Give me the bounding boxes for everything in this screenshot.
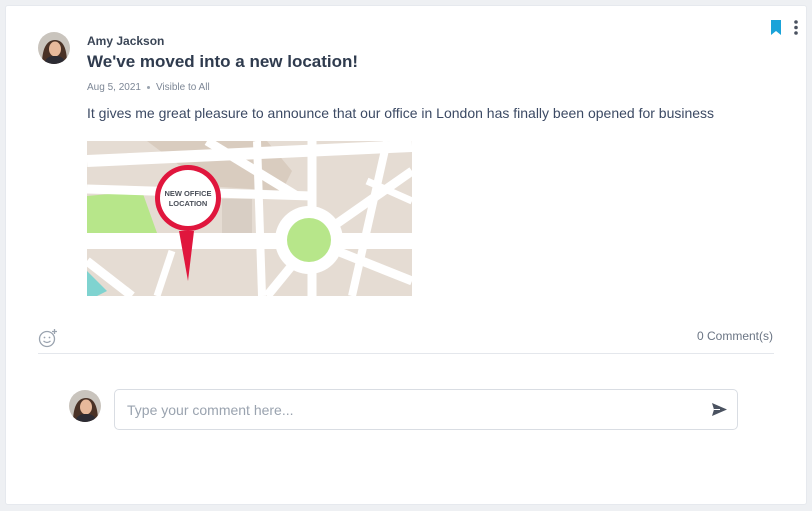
comment-input[interactable] [125, 400, 712, 419]
meta-separator [146, 86, 150, 89]
bookmark-icon[interactable] [770, 20, 782, 35]
post-title: We've moved into a new location! [87, 52, 359, 71]
post-image-map[interactable]: NEW OFFICE LOCATION [87, 141, 412, 296]
comment-box [114, 389, 738, 430]
post-body: It gives me great pleasure to announce t… [87, 105, 715, 121]
author-avatar[interactable] [38, 32, 70, 64]
more-vertical-icon[interactable] [794, 20, 798, 35]
post-meta: Aug 5, 2021 Visible to All [87, 82, 210, 93]
map-pin-label-line2: LOCATION [169, 199, 208, 208]
divider [38, 353, 774, 354]
comments-count[interactable]: 0 Comment(s) [697, 329, 773, 343]
send-icon[interactable] [712, 403, 727, 416]
post-date: Aug 5, 2021 [87, 82, 141, 93]
post-actions [770, 20, 798, 35]
author-name[interactable]: Amy Jackson [87, 34, 164, 48]
emoji-add-icon[interactable] [38, 328, 58, 348]
post-visibility: Visible to All [155, 82, 210, 93]
map-pin-label-line1: NEW OFFICE [164, 189, 211, 198]
commenter-avatar [69, 390, 101, 422]
post-card: Amy Jackson We've moved into a new locat… [5, 5, 807, 505]
